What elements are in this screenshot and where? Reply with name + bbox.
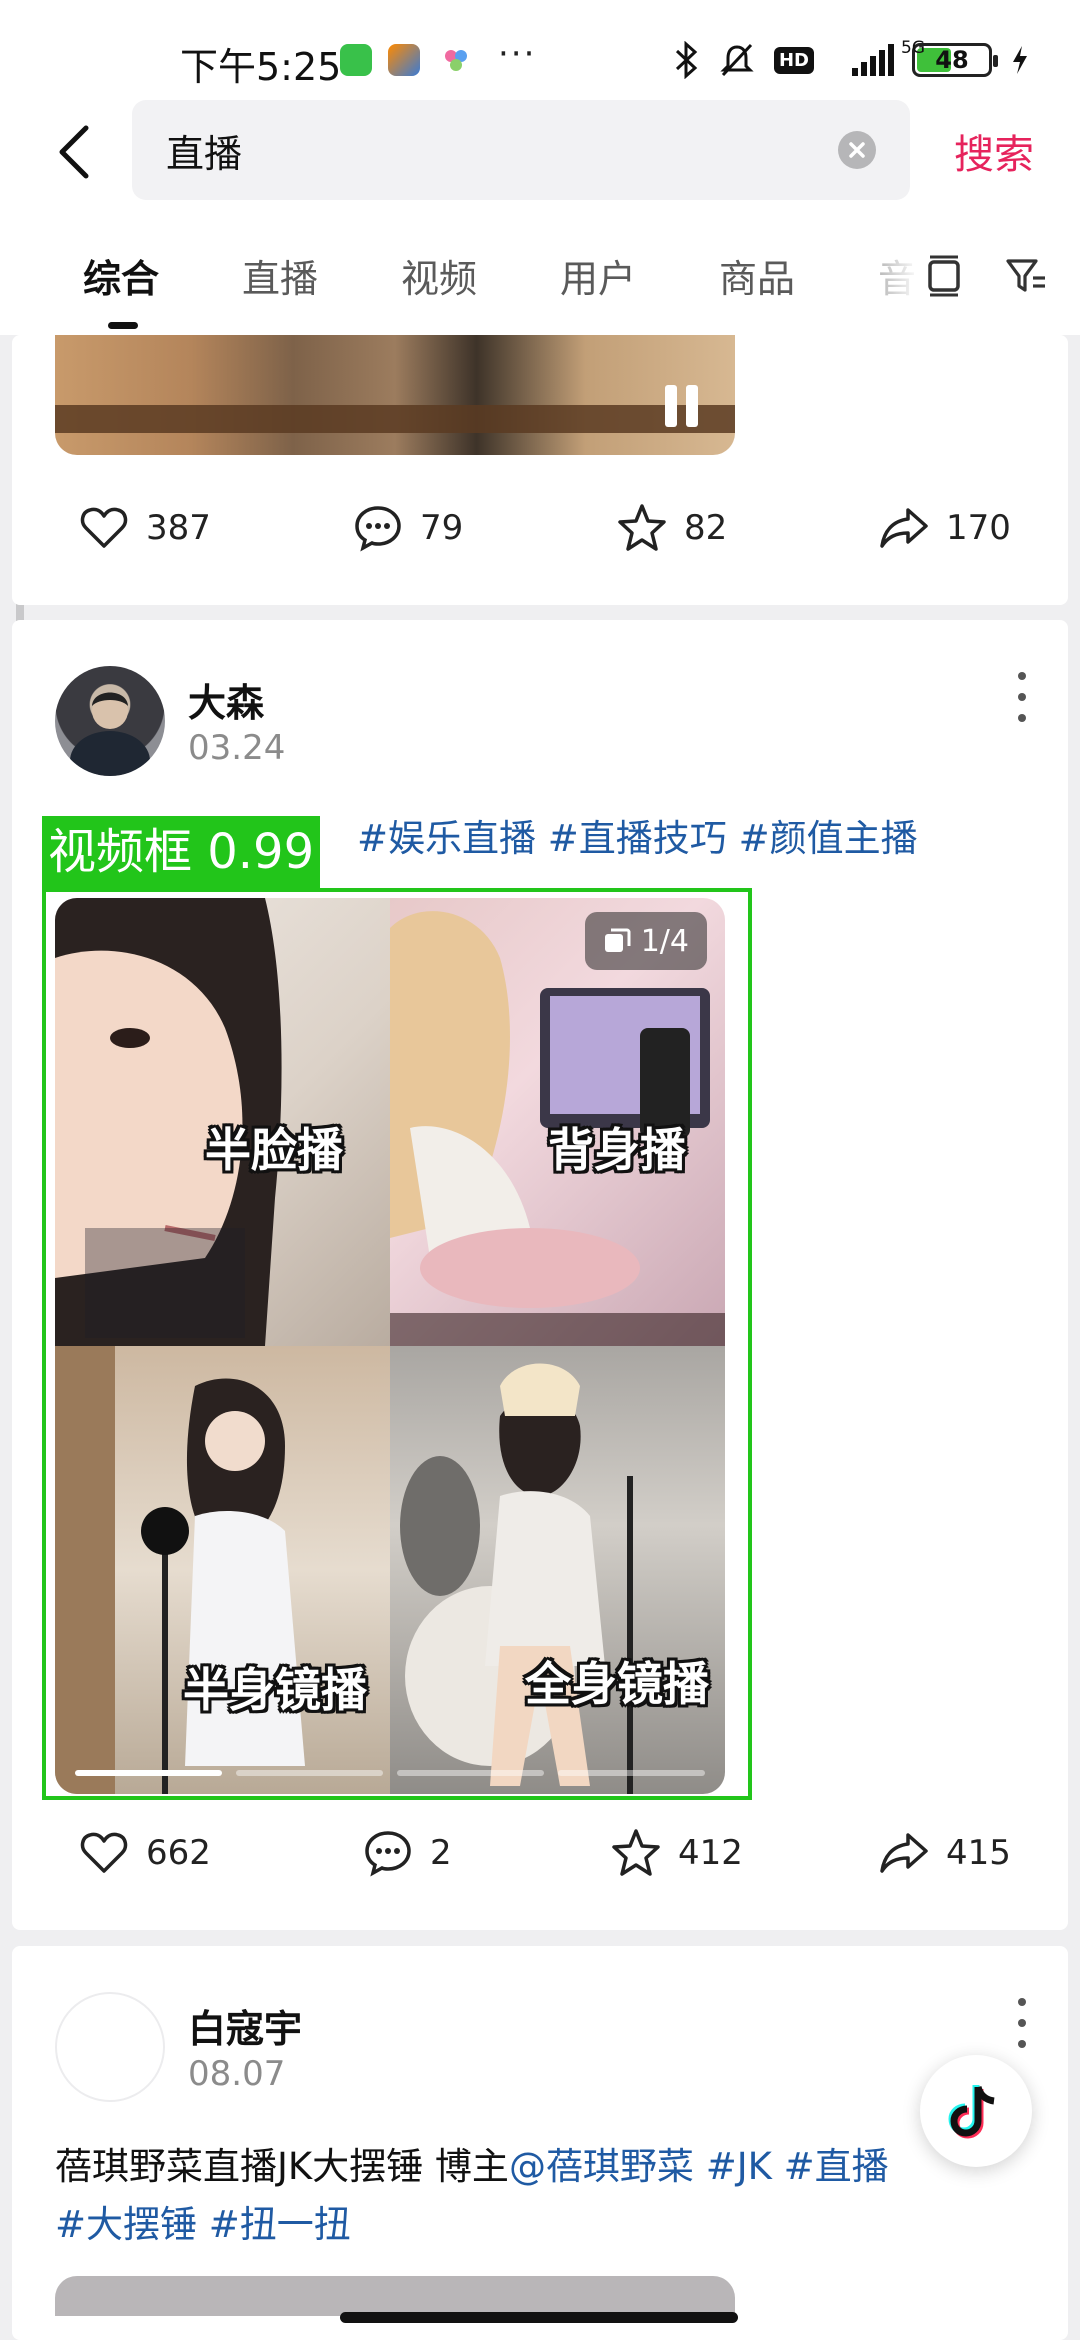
pause-icon[interactable]: [665, 385, 705, 427]
post-card: 387 79 82 170: [12, 335, 1068, 605]
tab-video[interactable]: 视频: [401, 248, 477, 303]
share-count: 415: [946, 1833, 1011, 1873]
network-type: 5G: [901, 38, 925, 58]
layout-icon: [928, 255, 960, 297]
star-icon: [612, 1829, 660, 1876]
favorite-button[interactable]: 82: [616, 498, 727, 558]
signal-icon: [852, 44, 894, 76]
caption-text: 蓓琪野菜直播JK大摆锤 博主: [55, 2145, 509, 2188]
tab-users[interactable]: 用户: [560, 248, 636, 303]
hashtag-link[interactable]: #娱乐直播: [357, 817, 536, 860]
more-options-button[interactable]: [1012, 1998, 1032, 2048]
comment-icon: [365, 1831, 411, 1877]
filter-button[interactable]: [1000, 250, 1052, 302]
post-caption: #娱乐直播 #直播技巧 #颜值主播: [357, 810, 1057, 868]
avatar[interactable]: [55, 1992, 165, 2102]
layout-toggle-button[interactable]: [918, 250, 970, 302]
tab-fade: [860, 240, 920, 310]
author-name[interactable]: 白寇宇: [188, 1998, 302, 2053]
tab-live[interactable]: 直播: [242, 248, 318, 303]
back-arrow-icon: [59, 125, 89, 179]
filter-icon: [1006, 259, 1045, 292]
favorite-count: 412: [678, 1833, 743, 1873]
post-card: 大森 03.24 #娱乐直播 #直播技巧 #颜值主播 半脸播 背身播 1/4 半…: [12, 620, 1068, 1930]
video-preview[interactable]: [55, 335, 735, 455]
hashtag-link[interactable]: #颜值主播: [739, 817, 918, 860]
author-name[interactable]: 大森: [188, 672, 264, 727]
charging-icon: [1013, 46, 1027, 74]
comment-count: 79: [420, 508, 464, 548]
like-button[interactable]: 387: [78, 498, 211, 558]
search-submit-button[interactable]: 搜索: [954, 122, 1034, 180]
share-icon: [880, 508, 928, 548]
active-tab-indicator: [108, 322, 138, 329]
like-count: 662: [146, 1833, 211, 1873]
more-options-button[interactable]: [1012, 672, 1032, 722]
search-input[interactable]: [166, 100, 766, 200]
like-count: 387: [146, 508, 211, 548]
search-box[interactable]: [132, 100, 910, 200]
bluetooth-icon: [675, 41, 698, 79]
comment-button[interactable]: 79: [352, 498, 463, 558]
status-bar: 下午5:25 ··· HD 48 5G: [0, 0, 1080, 100]
hd-badge: HD: [773, 46, 814, 74]
douyin-logo-icon: [948, 2085, 995, 2139]
share-count: 170: [946, 508, 1011, 548]
douyin-float-button[interactable]: [920, 2055, 1032, 2167]
favorite-count: 82: [684, 508, 728, 548]
mention-link[interactable]: @蓓琪野菜: [509, 2145, 694, 2188]
share-icon: [880, 1833, 928, 1873]
hashtag-link[interactable]: #JK: [706, 2145, 772, 2188]
back-button[interactable]: [44, 122, 104, 182]
share-button[interactable]: 415: [878, 1823, 1011, 1883]
post-caption: 蓓琪野菜直播JK大摆锤 博主@蓓琪野菜 #JK #直播 #大摆锤 #扭一扭: [55, 2138, 1015, 2254]
status-time: 下午5:25: [180, 45, 342, 89]
post-card: 白寇宇 08.07 蓓琪野菜直播JK大摆锤 博主@蓓琪野菜 #JK #直播 #大…: [12, 1946, 1068, 2340]
result-tabs: 综合 直播 视频 用户 商品 音: [0, 220, 1080, 335]
app-58-icon: [388, 44, 420, 76]
post-stats: 387 79 82 170: [12, 498, 1068, 558]
clear-search-button[interactable]: [838, 131, 876, 169]
tab-products[interactable]: 商品: [719, 248, 795, 303]
detection-label: 视频框 0.99: [42, 816, 321, 888]
close-icon: [849, 142, 865, 158]
share-button[interactable]: 170: [878, 498, 1011, 558]
post-date: 08.07: [188, 2054, 286, 2094]
comment-count: 2: [430, 1833, 452, 1873]
avatar[interactable]: [55, 666, 165, 776]
more-notifications-icon: ···: [498, 34, 537, 74]
star-icon: [618, 504, 666, 551]
status-right: HD 48: [674, 40, 1030, 80]
search-header: 搜索: [0, 100, 1080, 220]
heart-icon: [80, 1832, 128, 1873]
detection-box: [42, 888, 752, 1800]
post-stats: 662 2 412 415: [12, 1823, 1068, 1883]
post-date: 03.24: [188, 728, 286, 768]
hashtag-link[interactable]: #直播: [784, 2145, 889, 2188]
hashtag-link[interactable]: #大摆锤: [55, 2203, 197, 2246]
mute-bell-icon: [720, 43, 754, 77]
cloud-app-icon: [440, 44, 472, 76]
tab-comprehensive[interactable]: 综合: [83, 248, 159, 303]
heart-icon: [80, 507, 128, 548]
hashtag-link[interactable]: #直播技巧: [548, 817, 727, 860]
home-indicator[interactable]: [340, 2312, 738, 2323]
comment-icon: [355, 506, 401, 552]
media-preview[interactable]: [55, 2276, 735, 2316]
wechat-app-icon: [340, 44, 372, 76]
favorite-button[interactable]: 412: [610, 1823, 743, 1883]
hashtag-link[interactable]: #扭一扭: [209, 2203, 351, 2246]
battery-level: 48: [935, 46, 969, 74]
comment-button[interactable]: 2: [362, 1823, 452, 1883]
like-button[interactable]: 662: [78, 1823, 211, 1883]
